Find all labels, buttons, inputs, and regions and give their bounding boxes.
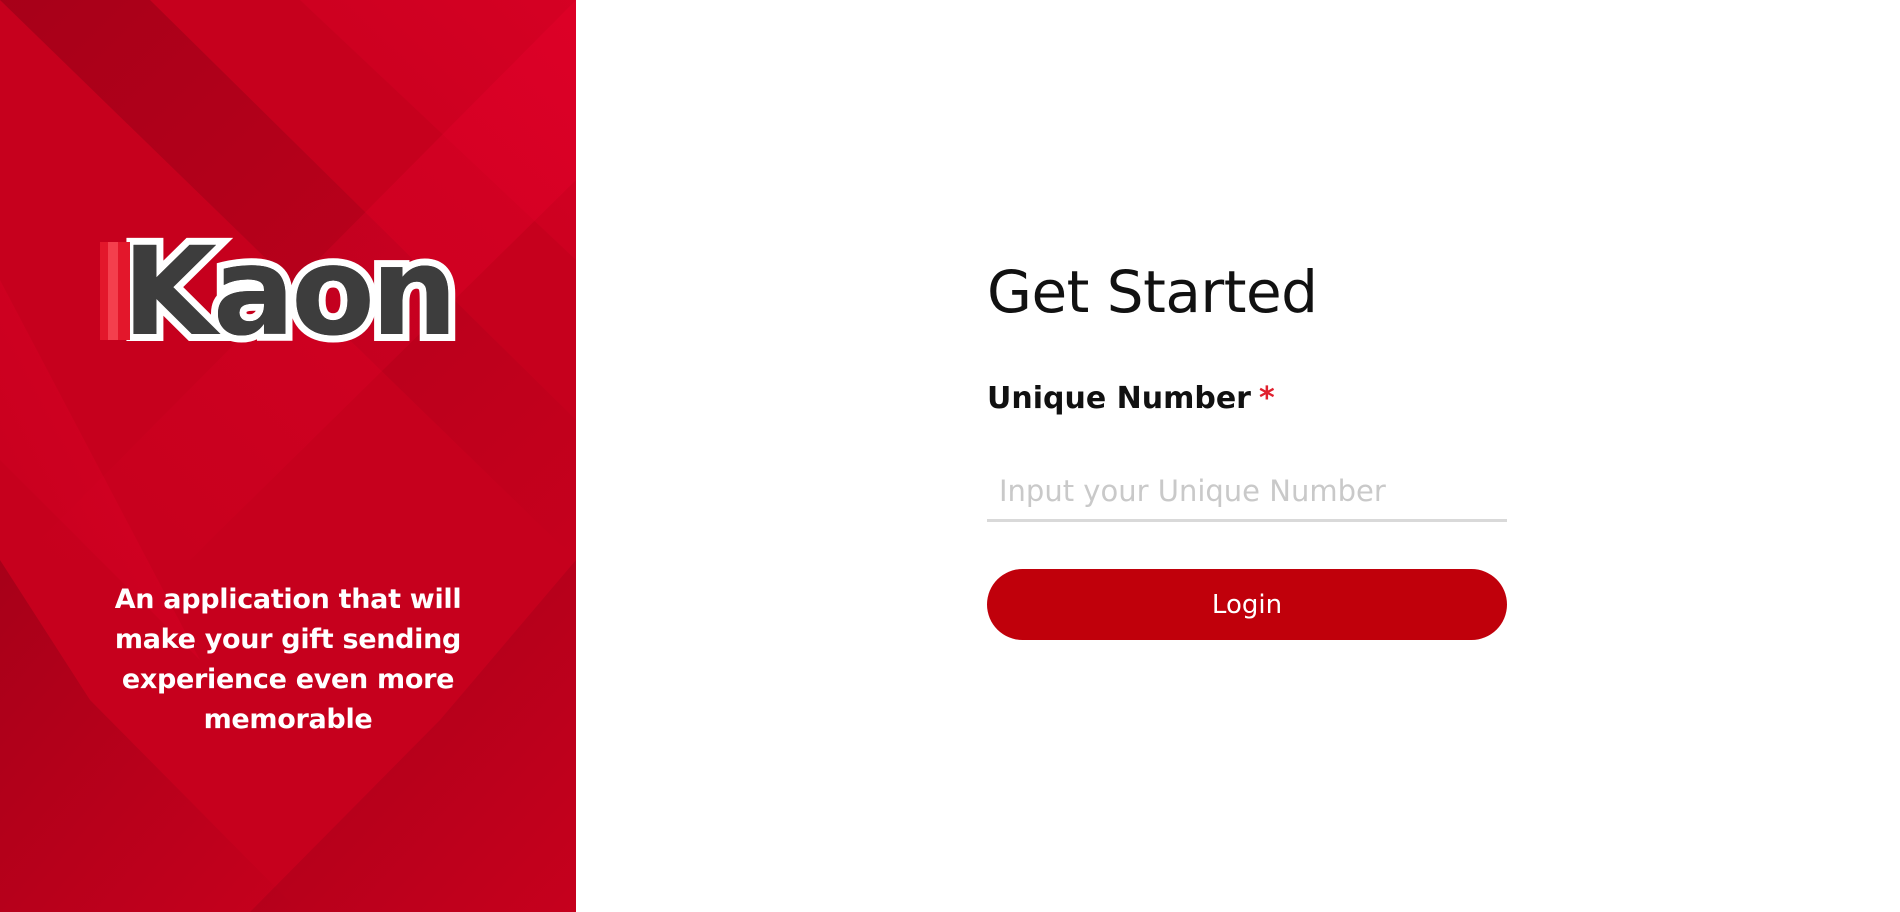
unique-number-label-text: Unique Number [987,381,1251,416]
login-form: Get Started Unique Number* Login [987,0,1507,912]
unique-number-input[interactable] [987,462,1507,522]
kaon-logo: Kaon Kaon [100,222,465,354]
svg-text:Kaon: Kaon [122,222,454,354]
brand-panel: Kaon Kaon An application that will make … [0,0,576,912]
login-page: Kaon Kaon An application that will make … [0,0,1900,912]
background-pattern [0,0,576,912]
required-marker: * [1258,381,1275,416]
unique-number-label: Unique Number * [987,381,1275,416]
tagline: An application that will make your gift … [114,584,462,735]
page-title: Get Started [987,258,1318,326]
login-button[interactable]: Login [987,569,1507,640]
